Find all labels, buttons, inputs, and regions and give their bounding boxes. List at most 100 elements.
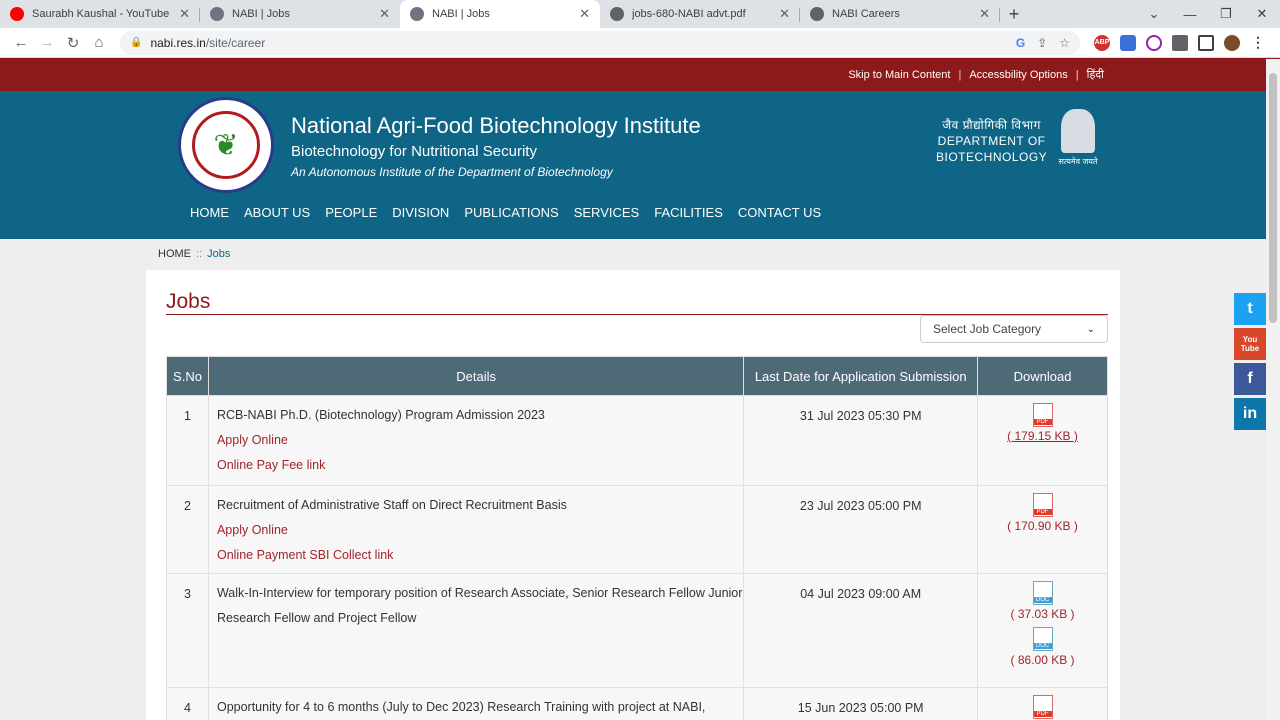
forward-button[interactable]: → — [34, 30, 60, 56]
google-icon[interactable]: G — [1016, 36, 1025, 50]
file-size-link[interactable]: ( 170.90 KB ) — [978, 519, 1107, 533]
tab-title: jobs-680-NABI advt.pdf — [632, 8, 746, 20]
job-title: Opportunity for 4 to 6 months (July to D… — [216, 700, 706, 714]
column-header: S.No — [166, 356, 209, 396]
linkedin-icon[interactable]: in — [1234, 398, 1266, 430]
pdf-file-icon[interactable] — [1032, 493, 1053, 517]
bookmark-star-icon[interactable]: ☆ — [1059, 36, 1070, 50]
emblem-icon — [1061, 109, 1095, 153]
breadcrumb-current[interactable]: Jobs — [207, 248, 230, 260]
share-icon[interactable]: ⇪ — [1037, 36, 1047, 50]
block-icon[interactable] — [1146, 34, 1162, 51]
browser-tab[interactable]: NABI | Jobs ✕ — [400, 0, 600, 28]
browser-tab[interactable]: NABI Careers ✕ — [800, 0, 1000, 28]
job-link[interactable]: Online Pay Fee link — [217, 453, 743, 478]
pdf-file-icon[interactable] — [1032, 695, 1053, 719]
doc-file-icon[interactable] — [1032, 581, 1053, 605]
breadcrumb: HOME:: Jobs — [158, 248, 230, 260]
close-icon[interactable]: ✕ — [979, 6, 990, 22]
youtube-icon[interactable]: You Tube — [1234, 328, 1266, 360]
pdf-file-icon[interactable] — [1032, 403, 1053, 427]
sidepanel-icon[interactable] — [1198, 34, 1214, 51]
jobs-card: Jobs Select Job Category ⌄ S.No Details La… — [146, 270, 1120, 720]
tab-title: NABI Careers — [832, 8, 900, 20]
adblock-icon[interactable]: ABP — [1094, 34, 1110, 51]
browser-tab[interactable]: NABI | Jobs ✕ — [200, 0, 400, 28]
new-tab-button[interactable]: + — [1000, 0, 1028, 28]
job-link[interactable]: Online Payment SBI Collect link — [217, 543, 743, 568]
tab-title: NABI | Jobs — [232, 8, 290, 20]
nabi-logo[interactable]: ❦ — [178, 97, 274, 193]
facebook-icon[interactable]: f — [1234, 363, 1266, 395]
doc-file-icon[interactable] — [1032, 627, 1053, 651]
top-utility-strip: Skip to Main Content | Accessbility Opti… — [0, 58, 1280, 91]
close-icon[interactable]: ✕ — [179, 6, 190, 22]
restore-button[interactable]: ❐ — [1208, 0, 1244, 28]
site-header: ❦ National Agri-Food Biotechnology Insti… — [0, 91, 1280, 239]
nav-item-about-us[interactable]: ABOUT US — [244, 205, 310, 220]
divider: | — [1075, 68, 1079, 81]
page-scrollbar[interactable] — [1266, 59, 1280, 720]
hindi-link[interactable]: हिंदी — [1087, 67, 1104, 82]
job-category-select[interactable]: Select Job Category ⌄ — [920, 315, 1108, 343]
url-domain: nabi.res.in — [150, 35, 206, 50]
dbt-line1: DEPARTMENT OF — [937, 134, 1046, 148]
nav-item-publications[interactable]: PUBLICATIONS — [464, 205, 558, 220]
url-path: /site/career — [205, 35, 266, 50]
close-icon[interactable]: ✕ — [379, 6, 390, 22]
page-title: Jobs — [166, 290, 211, 313]
close-window-button[interactable]: ✕ — [1244, 0, 1280, 28]
last-date: 04 Jul 2023 09:00 AM — [743, 573, 979, 688]
twitter-icon[interactable]: t — [1234, 293, 1266, 325]
file-size-link[interactable]: ( 37.03 KB ) — [978, 607, 1107, 621]
tab-title: Saurabh Kaushal - YouTube — [32, 8, 170, 20]
scrollbar-thumb[interactable] — [1269, 73, 1277, 323]
nav-item-services[interactable]: SERVICES — [574, 205, 640, 220]
main-nav: HOME ABOUT US PEOPLE DIVISION PUBLICATIONS SE… — [190, 205, 821, 220]
column-header: Last Date for Application Submission — [743, 356, 979, 396]
lock-icon[interactable]: 🔒 — [130, 37, 142, 48]
last-date: 31 Jul 2023 05:30 PM — [743, 395, 979, 486]
job-link[interactable]: Apply Online — [217, 518, 743, 543]
reload-button[interactable]: ↻ — [60, 30, 86, 56]
job-link[interactable]: Apply Online — [217, 428, 743, 453]
skip-to-main-link[interactable]: Skip to Main Content — [848, 69, 950, 81]
download-cell: ( 37.03 KB ) ( 86.00 KB ) — [977, 573, 1108, 688]
close-icon[interactable]: ✕ — [779, 6, 790, 22]
jobs-table: S.No Details Last Date for Application Sub… — [166, 356, 1108, 720]
browser-tab[interactable]: Saurabh Kaushal - YouTube ✕ — [0, 0, 200, 28]
url-input[interactable]: 🔒 nabi.res.in/site/career G ⇪ ☆ — [120, 30, 1080, 55]
extension-icon[interactable] — [1120, 34, 1136, 51]
browser-tab[interactable]: jobs-680-NABI advt.pdf ✕ — [600, 0, 800, 28]
download-cell: ( 179.15 KB ) — [977, 395, 1108, 486]
dbt-line2: BIOTECHNOLOGY — [936, 150, 1048, 164]
back-button[interactable]: ← — [8, 30, 34, 56]
file-size-link[interactable]: ( 179.15 KB ) — [978, 429, 1107, 443]
divider: | — [958, 68, 962, 81]
globe-icon — [810, 7, 824, 21]
nav-item-home[interactable]: HOME — [190, 205, 229, 220]
job-details: Walk-In-Interview for temporary position… — [207, 573, 745, 688]
nav-item-contact-us[interactable]: CONTACT US — [738, 205, 821, 220]
file-size-link[interactable]: ( 86.00 KB ) — [978, 653, 1107, 667]
avatar[interactable] — [1224, 34, 1240, 51]
home-button[interactable]: ⌂ — [86, 30, 112, 56]
institute-subtitle: An Autonomous Institute of the Departmen… — [291, 165, 613, 179]
nav-item-facilities[interactable]: FACILITIES — [654, 205, 723, 220]
download-cell — [977, 687, 1108, 720]
tab-search-icon[interactable]: ⌄ — [1136, 0, 1172, 28]
puzzle-icon[interactable] — [1172, 34, 1188, 51]
serial-number: 3 — [166, 573, 209, 688]
menu-dots-icon[interactable]: ⋮ — [1250, 34, 1266, 51]
social-sidebar: t You Tube f in — [1234, 293, 1266, 433]
accessibility-link[interactable]: Accessbility Options — [969, 69, 1067, 81]
job-title: Recruitment of Administrative Staff on D… — [216, 498, 567, 512]
dbt-logo-text[interactable]: जैव प्रौद्योगिकी विभाग DEPARTMENT OF BIO… — [936, 117, 1047, 165]
breadcrumb-home[interactable]: HOME — [158, 248, 191, 260]
minimize-button[interactable]: — — [1172, 0, 1208, 28]
serial-number: 1 — [166, 395, 209, 486]
close-icon[interactable]: ✕ — [579, 6, 590, 22]
institute-name: National Agri-Food Biotechnology Institu… — [291, 113, 701, 138]
nav-item-people[interactable]: PEOPLE — [325, 205, 377, 220]
nav-item-division[interactable]: DIVISION — [392, 205, 449, 220]
